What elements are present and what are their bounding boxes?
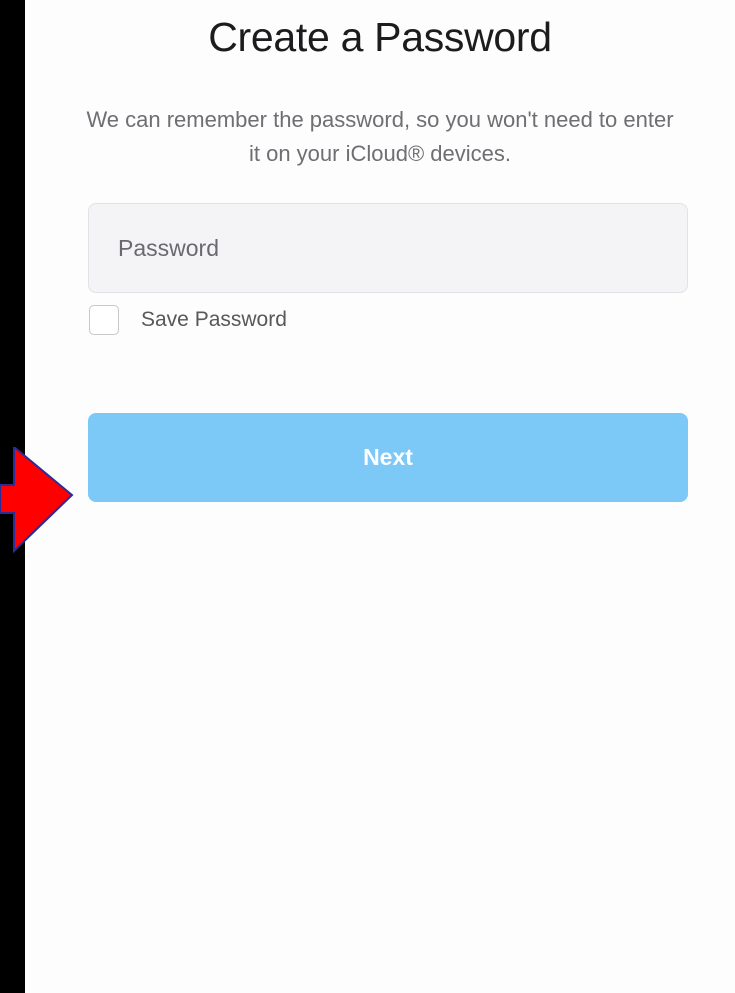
next-button[interactable]: Next	[88, 413, 688, 502]
password-input[interactable]	[88, 203, 688, 293]
save-password-checkbox[interactable]	[89, 305, 119, 335]
page-subtitle: We can remember the password, so you won…	[86, 107, 674, 166]
create-password-screen: Create a Password We can remember the pa…	[25, 0, 735, 993]
save-password-option[interactable]: Save Password	[89, 302, 287, 338]
screenshot-frame: Create a Password We can remember the pa…	[0, 0, 735, 993]
page-title: Create a Password	[208, 14, 552, 60]
save-password-label: Save Password	[141, 308, 287, 331]
red-arrow-right-icon	[0, 447, 74, 554]
